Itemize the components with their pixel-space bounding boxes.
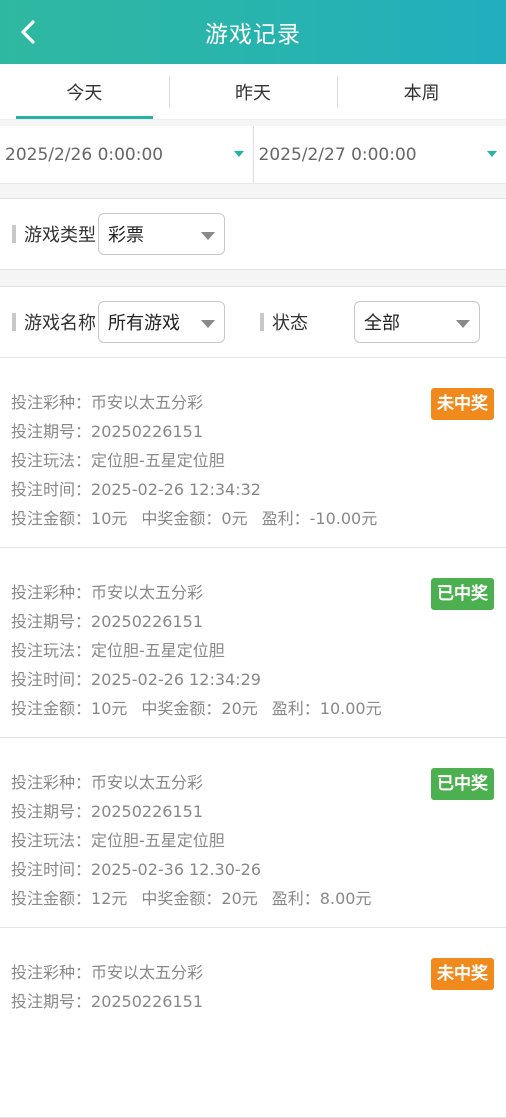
status-badge: 未中奖 xyxy=(431,388,494,420)
game-type-label: 游戏类型 xyxy=(24,221,96,247)
record-amounts: 投注金额：10元中奖金额：20元盈利：10.00元 xyxy=(11,694,506,723)
date-tabs: 今天 昨天 本周 xyxy=(0,64,506,120)
status-value: 全部 xyxy=(364,309,400,335)
label-bar xyxy=(260,313,264,331)
record-play: 投注玩法：定位胆-五星定位胆 xyxy=(11,826,506,855)
date-range: 2025/2/26 0:00:00 2025/2/27 0:00:00 xyxy=(0,126,506,184)
page-title: 游戏记录 xyxy=(205,15,301,49)
tab-yesterday[interactable]: 昨天 xyxy=(169,64,338,119)
record-item[interactable]: 投注彩种：币安以太五分彩 投注期号：20250226151 投注玩法：定位胆-五… xyxy=(0,358,506,548)
status-badge: 已中奖 xyxy=(431,578,494,610)
game-name-status-filter: 游戏名称 所有游戏 状态 全部 xyxy=(0,286,506,358)
dropdown-arrow-icon xyxy=(456,320,470,328)
game-type-value: 彩票 xyxy=(108,221,144,247)
record-item[interactable]: 投注彩种：币安以太五分彩 投注期号：20250226151 投注玩法：定位胆-五… xyxy=(0,548,506,738)
end-date-value: 2025/2/27 0:00:00 xyxy=(259,145,417,165)
record-item[interactable]: 投注彩种：币安以太五分彩 投注期号：20250226151 未中奖 xyxy=(0,928,506,1118)
label-bar xyxy=(12,313,16,331)
record-issue: 投注期号：20250226151 xyxy=(11,797,506,826)
start-date-picker[interactable]: 2025/2/26 0:00:00 xyxy=(0,126,253,183)
tab-today[interactable]: 今天 xyxy=(0,64,169,119)
dropdown-arrow-icon xyxy=(201,320,215,328)
record-play: 投注玩法：定位胆-五星定位胆 xyxy=(11,446,506,475)
tab-this-week[interactable]: 本周 xyxy=(337,64,506,119)
game-type-select[interactable]: 彩票 xyxy=(98,213,225,255)
start-date-value: 2025/2/26 0:00:00 xyxy=(5,145,163,165)
record-amounts: 投注金额：10元中奖金额：0元盈利：-10.00元 xyxy=(11,504,506,533)
divider xyxy=(0,270,506,286)
divider xyxy=(0,184,506,198)
chevron-left-icon xyxy=(17,19,39,45)
status-badge: 已中奖 xyxy=(431,768,494,800)
record-item[interactable]: 投注彩种：币安以太五分彩 投注期号：20250226151 投注玩法：定位胆-五… xyxy=(0,738,506,928)
record-time: 投注时间：2025-02-36 12.30-26 xyxy=(11,855,506,884)
game-name-value: 所有游戏 xyxy=(108,309,180,335)
record-issue: 投注期号：20250226151 xyxy=(11,987,506,1016)
caret-down-icon xyxy=(487,151,497,157)
dropdown-arrow-icon xyxy=(201,232,215,240)
status-badge: 未中奖 xyxy=(431,958,494,990)
record-time: 投注时间：2025-02-26 12:34:29 xyxy=(11,665,506,694)
record-issue: 投注期号：20250226151 xyxy=(11,607,506,636)
record-list: 投注彩种：币安以太五分彩 投注期号：20250226151 投注玩法：定位胆-五… xyxy=(0,358,506,1118)
label-bar xyxy=(12,225,16,243)
game-name-label: 游戏名称 xyxy=(24,309,96,335)
status-label: 状态 xyxy=(272,309,324,335)
record-issue: 投注期号：20250226151 xyxy=(11,417,506,446)
end-date-picker[interactable]: 2025/2/27 0:00:00 xyxy=(253,126,506,183)
status-select[interactable]: 全部 xyxy=(354,301,480,343)
record-play: 投注玩法：定位胆-五星定位胆 xyxy=(11,636,506,665)
back-button[interactable] xyxy=(6,10,50,54)
record-amounts: 投注金额：12元中奖金额：20元盈利：8.00元 xyxy=(11,884,506,913)
app-header: 游戏记录 xyxy=(0,0,506,64)
game-type-filter: 游戏类型 彩票 xyxy=(0,198,506,270)
game-name-select[interactable]: 所有游戏 xyxy=(98,301,225,343)
record-time: 投注时间：2025-02-26 12:34:32 xyxy=(11,475,506,504)
caret-down-icon xyxy=(234,151,244,157)
